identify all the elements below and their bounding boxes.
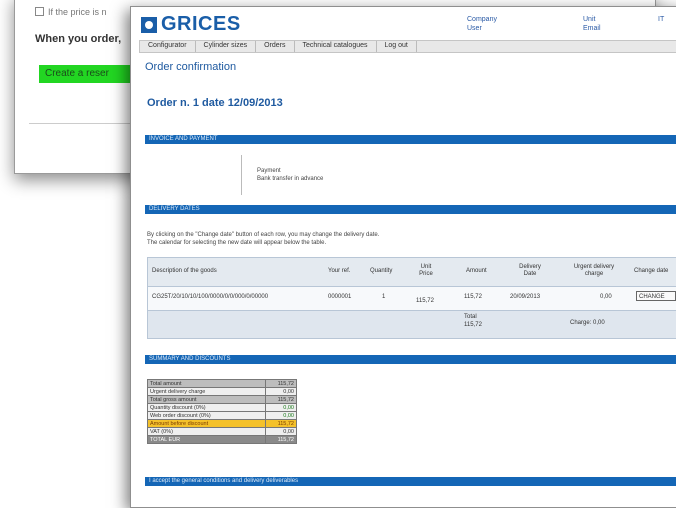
table-row: Urgent delivery charge 0,00 [147,387,297,396]
col-header-quantity: Quantity [370,268,393,274]
nav-orders[interactable]: Orders [256,41,295,52]
section-delivery-header: DELIVERY DATES [145,205,676,214]
logo-text: GRICES [161,13,241,35]
payment-info: Payment Bank transfer in advance [257,167,323,183]
nav-configurator[interactable]: Configurator [140,41,196,52]
header-link-unit[interactable]: Unit Email [583,15,601,33]
summary-value: 115,72 [265,419,297,428]
note-line: The calendar for selecting the new date … [147,240,327,246]
summary-value: 0,00 [265,387,297,396]
order-confirmation-window: GRICES Company User Unit Email IT Config… [130,6,676,508]
summary-value: 0,00 [265,411,297,420]
header-link-line: Unit [583,16,596,23]
summary-label: Total gross amount [147,395,266,404]
header-link-line: Company [467,16,497,23]
summary-label: Web order discount (0%) [147,411,266,420]
change-date-button[interactable]: CHANGE [636,291,676,301]
header-link-line: User [467,25,482,32]
col-header-amount: Amount [466,268,487,274]
cell-urgent-charge: 0,00 [600,294,612,300]
summary-table: Total amount 115,72 Urgent delivery charg… [147,379,297,444]
header-link-language[interactable]: IT [658,15,664,24]
col-header-ref: Your ref. [328,268,351,274]
header-link-line: Email [583,25,601,32]
col-header-delivery-date: Delivery Date [519,264,541,277]
col-header-description: Description of the goods [152,268,217,274]
col-header-change-date: Change date [634,268,669,274]
nav-log-out[interactable]: Log out [377,41,417,52]
summary-label: Total amount [147,379,266,388]
order-table: Description of the goods Your ref. Quant… [147,257,676,339]
cell-description: CG25T/20/10/10/100/0000/0/0/000/0/00000 [152,294,269,300]
summary-label: VAT (0%) [147,427,266,436]
table-row: Quantity discount (0%) 0,00 [147,403,297,412]
back-instruction-text: When you order, [35,33,122,45]
payment-label: Payment [257,168,281,174]
delivery-note: By clicking on the "Change date" button … [147,231,379,247]
note-line: By clicking on the "Change date" button … [147,232,380,238]
back-checkbox-row[interactable]: If the price is n [35,7,107,17]
checkbox-icon[interactable] [35,7,44,16]
section-conditions-header[interactable]: I accept the general conditions and deli… [145,477,676,486]
nav-technical-catalogues[interactable]: Technical catalogues [295,41,377,52]
summary-value: 115,72 [265,435,297,444]
table-row: Total amount 115,72 [147,379,297,388]
cell-quantity: 1 [382,294,386,300]
table-row: Amount before discount 115,72 [147,419,297,428]
payment-method: Bank transfer in advance [257,176,324,182]
total-label: Total [464,314,477,320]
table-row: Web order discount (0%) 0,00 [147,411,297,420]
table-row: TOTAL EUR 115,72 [147,435,297,444]
col-header-urgent-charge: Urgent delivery charge [573,264,615,277]
main-nav: Configurator Cylinder sizes Orders Techn… [139,40,676,53]
summary-label: Urgent delivery charge [147,387,266,396]
section-invoice-header: INVOICE AND PAYMENT [145,135,676,144]
cell-ref: 0000001 [328,294,352,300]
back-checkbox-label: If the price is n [48,7,107,17]
col-header-unit-price: Unit Price [419,264,433,277]
cell-delivery-date: 20/09/2013 [510,294,541,300]
nav-cylinder-sizes[interactable]: Cylinder sizes [196,41,257,52]
summary-label: TOTAL EUR [147,435,266,444]
summary-value: 115,72 [265,395,297,404]
section-summary-header: SUMMARY AND DISCOUNTS [145,355,676,364]
header-link-company[interactable]: Company User [467,15,497,33]
summary-value: 115,72 [265,379,297,388]
table-row: Total gross amount 115,72 [147,395,297,404]
summary-label: Quantity discount (0%) [147,403,266,412]
summary-label: Amount before discount [147,419,266,428]
cell-unit-price: 115,72 [416,298,434,304]
divider [241,155,242,195]
logo-mark-icon [141,16,157,33]
logo[interactable]: GRICES [141,13,241,36]
cell-amount: 115,72 [464,294,482,300]
header-link-line: IT [658,16,665,23]
page-title: Order confirmation [145,61,237,73]
urgent-charge-total: Charge: 0,00 [570,320,605,326]
table-row: VAT (0%) 0,00 [147,427,297,436]
summary-value: 0,00 [265,427,297,436]
order-title: Order n. 1 date 12/09/2013 [147,97,283,109]
summary-value: 0,00 [265,403,297,412]
total-value: 115,72 [464,322,482,328]
